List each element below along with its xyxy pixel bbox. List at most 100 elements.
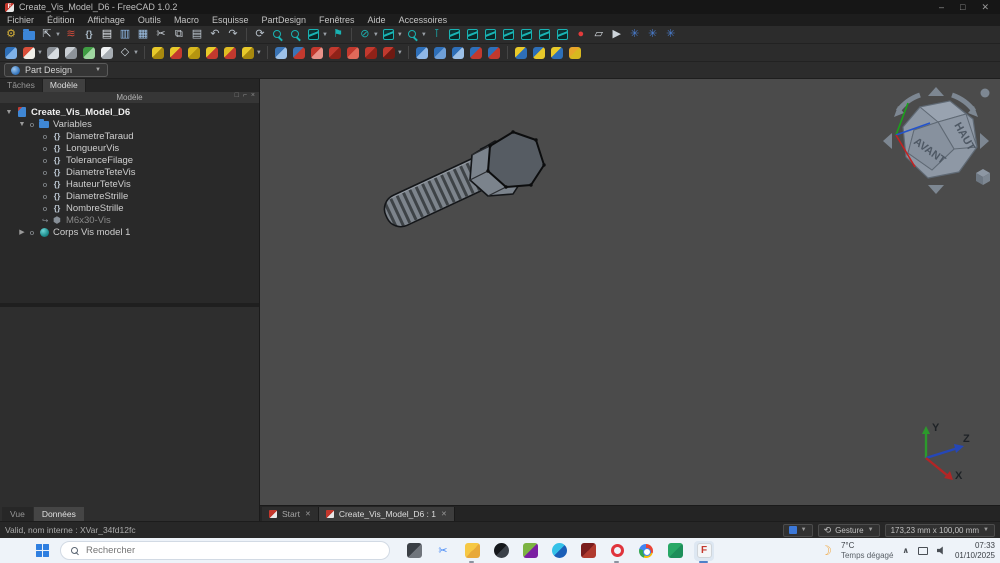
visibility-dot-icon[interactable]: o bbox=[42, 204, 48, 213]
workbench-selector[interactable]: Part Design ▼ bbox=[4, 63, 108, 77]
datum-icon[interactable]: ◇ bbox=[117, 45, 133, 61]
macro-edit-icon[interactable]: ▱ bbox=[591, 27, 607, 43]
additive-helix-icon[interactable] bbox=[222, 45, 238, 61]
start-button[interactable] bbox=[36, 543, 50, 558]
expression-icon[interactable]: {} bbox=[81, 27, 97, 43]
view-rear-icon[interactable] bbox=[519, 27, 535, 43]
dropdown-arrow-icon[interactable]: ▼ bbox=[37, 50, 43, 56]
caliper-icon[interactable]: ⊺ bbox=[429, 27, 445, 43]
panel-float-icon[interactable]: □ bbox=[235, 92, 239, 99]
debug-start-icon[interactable]: ✳ bbox=[627, 27, 643, 43]
view-isometric-icon[interactable] bbox=[306, 27, 322, 43]
screw-model[interactable] bbox=[378, 113, 563, 236]
theme-color-dropdown[interactable]: ▼ bbox=[782, 523, 813, 537]
menu-esquisse[interactable]: Esquisse bbox=[212, 15, 249, 25]
task-view-taskbar-button[interactable] bbox=[404, 541, 424, 561]
thickness-icon[interactable] bbox=[468, 45, 484, 61]
clone-icon[interactable] bbox=[81, 45, 97, 61]
menu-aide[interactable]: Aide bbox=[368, 15, 386, 25]
3d-viewport[interactable]: HAUT AVANT Y Z X bbox=[260, 79, 1000, 505]
dropdown-arrow-icon[interactable]: ▼ bbox=[397, 50, 403, 56]
tree-item-diametretetevis[interactable]: o {} DiametreTeteVis bbox=[0, 166, 259, 178]
open-document-icon[interactable]: ▥ bbox=[117, 27, 133, 43]
boolean-compound-icon[interactable] bbox=[567, 45, 583, 61]
chrome-browser-taskbar-button[interactable] bbox=[636, 541, 656, 561]
tree-item-create_vis_model_d6[interactable]: ▼ Create_Vis_Model_D6 bbox=[0, 106, 259, 118]
visibility-dot-icon[interactable]: o bbox=[42, 168, 48, 177]
debug-stop-icon[interactable]: ✳ bbox=[645, 27, 661, 43]
visibility-dot-icon[interactable]: o bbox=[42, 180, 48, 189]
panel-undock-icon[interactable]: ⌐ bbox=[243, 92, 247, 99]
app-dark-taskbar-button[interactable] bbox=[491, 541, 511, 561]
brave-browser-taskbar-button[interactable] bbox=[578, 541, 598, 561]
taskbar-search[interactable] bbox=[60, 541, 390, 560]
paste-icon[interactable]: ▤ bbox=[189, 27, 205, 43]
debug-step-icon[interactable]: ✳ bbox=[663, 27, 679, 43]
dropdown-arrow-icon[interactable]: ▼ bbox=[55, 32, 61, 38]
view-top-icon[interactable] bbox=[483, 27, 499, 43]
file-explorer-taskbar-button[interactable] bbox=[462, 541, 482, 563]
cut-icon[interactable]: ✂ bbox=[153, 27, 169, 43]
tree-item-diametretaraud[interactable]: o {} DiametreTaraud bbox=[0, 130, 259, 142]
opera-browser-taskbar-button[interactable] bbox=[607, 541, 627, 563]
edge-browser-taskbar-button[interactable] bbox=[549, 541, 569, 561]
volume-icon[interactable] bbox=[936, 546, 943, 555]
network-icon[interactable] bbox=[917, 546, 928, 555]
dropdown-arrow-icon[interactable]: ▼ bbox=[397, 32, 403, 38]
boolean-cut-icon[interactable] bbox=[531, 45, 547, 61]
fit-selection-icon[interactable] bbox=[288, 27, 304, 43]
tree-item-corps vis model 1[interactable]: ▶ o Corps Vis model 1 bbox=[0, 226, 259, 238]
copy-icon[interactable]: ⧉ bbox=[171, 27, 187, 43]
fit-all-icon[interactable] bbox=[270, 27, 286, 43]
tree-item-longueurvis[interactable]: o {} LongueurVis bbox=[0, 142, 259, 154]
panel-close-icon[interactable]: × bbox=[251, 92, 255, 99]
save-icon[interactable]: ▦ bbox=[135, 27, 151, 43]
close-icon[interactable]: ✕ bbox=[305, 510, 311, 518]
pocket-icon[interactable] bbox=[273, 45, 289, 61]
freecad-start-icon[interactable]: ⚙ bbox=[3, 27, 19, 43]
tree-item-diametrestrille[interactable]: o {} DiametreStrille bbox=[0, 190, 259, 202]
close-button[interactable]: ✕ bbox=[981, 2, 989, 13]
view-front-icon[interactable] bbox=[465, 27, 481, 43]
dropdown-arrow-icon[interactable]: ▼ bbox=[322, 32, 328, 38]
view-home-icon[interactable] bbox=[447, 27, 463, 43]
subtractive-loft-icon[interactable] bbox=[327, 45, 343, 61]
tree-item-hauteurtetevis[interactable]: o {} HauteurTeteVis bbox=[0, 178, 259, 190]
appearance-icon[interactable]: ≋ bbox=[63, 27, 79, 43]
tab-vue[interactable]: Vue bbox=[2, 507, 33, 521]
tray-overflow-chevron-icon[interactable]: ∧ bbox=[902, 546, 909, 555]
refresh-icon[interactable]: ⟳ bbox=[252, 27, 268, 43]
boolean-common-icon[interactable] bbox=[549, 45, 565, 61]
clock[interactable]: 07:33 01/10/2025 bbox=[955, 541, 995, 560]
subtractive-helix-icon[interactable] bbox=[363, 45, 379, 61]
tree-item-tolerancefilage[interactable]: o {} ToleranceFilage bbox=[0, 154, 259, 166]
weather-icon[interactable]: ☽ bbox=[820, 543, 832, 559]
revolution-icon[interactable] bbox=[168, 45, 184, 61]
menu-fichier[interactable]: Fichier bbox=[7, 15, 34, 25]
macro-record-icon[interactable]: ● bbox=[573, 27, 589, 43]
weather-widget[interactable]: 7°C Temps dégagé bbox=[841, 541, 893, 559]
app-colorful-taskbar-button[interactable] bbox=[520, 541, 540, 561]
search-input[interactable] bbox=[86, 545, 379, 556]
hole-icon[interactable] bbox=[291, 45, 307, 61]
expand-arrow-icon[interactable]: ▼ bbox=[5, 109, 13, 116]
snipping-tool-taskbar-button[interactable]: ✂ bbox=[433, 541, 453, 561]
measure-icon[interactable]: ⚑ bbox=[330, 27, 346, 43]
tree-item-nombrestrille[interactable]: o {} NombreStrille bbox=[0, 202, 259, 214]
boolean-union-icon[interactable] bbox=[513, 45, 529, 61]
map-sketch-icon[interactable] bbox=[63, 45, 79, 61]
edit-sketch-icon[interactable] bbox=[45, 45, 61, 61]
visibility-dot-icon[interactable]: o bbox=[29, 228, 35, 237]
dropdown-arrow-icon[interactable]: ▼ bbox=[373, 32, 379, 38]
tab-modèle[interactable]: Modèle bbox=[42, 79, 86, 92]
create-sketch-icon[interactable] bbox=[21, 45, 37, 61]
navigation-cube[interactable]: HAUT AVANT bbox=[880, 85, 992, 202]
tree-item-variables[interactable]: ▼ o Variables bbox=[0, 118, 259, 130]
menu-fenêtres[interactable]: Fenêtres bbox=[319, 15, 355, 25]
shape-binder-icon[interactable] bbox=[99, 45, 115, 61]
tab-données[interactable]: Données bbox=[33, 507, 84, 521]
pad-icon[interactable] bbox=[150, 45, 166, 61]
undo-icon[interactable]: ↶ bbox=[207, 27, 223, 43]
new-document-icon[interactable]: ▤ bbox=[99, 27, 115, 43]
groove-icon[interactable] bbox=[309, 45, 325, 61]
